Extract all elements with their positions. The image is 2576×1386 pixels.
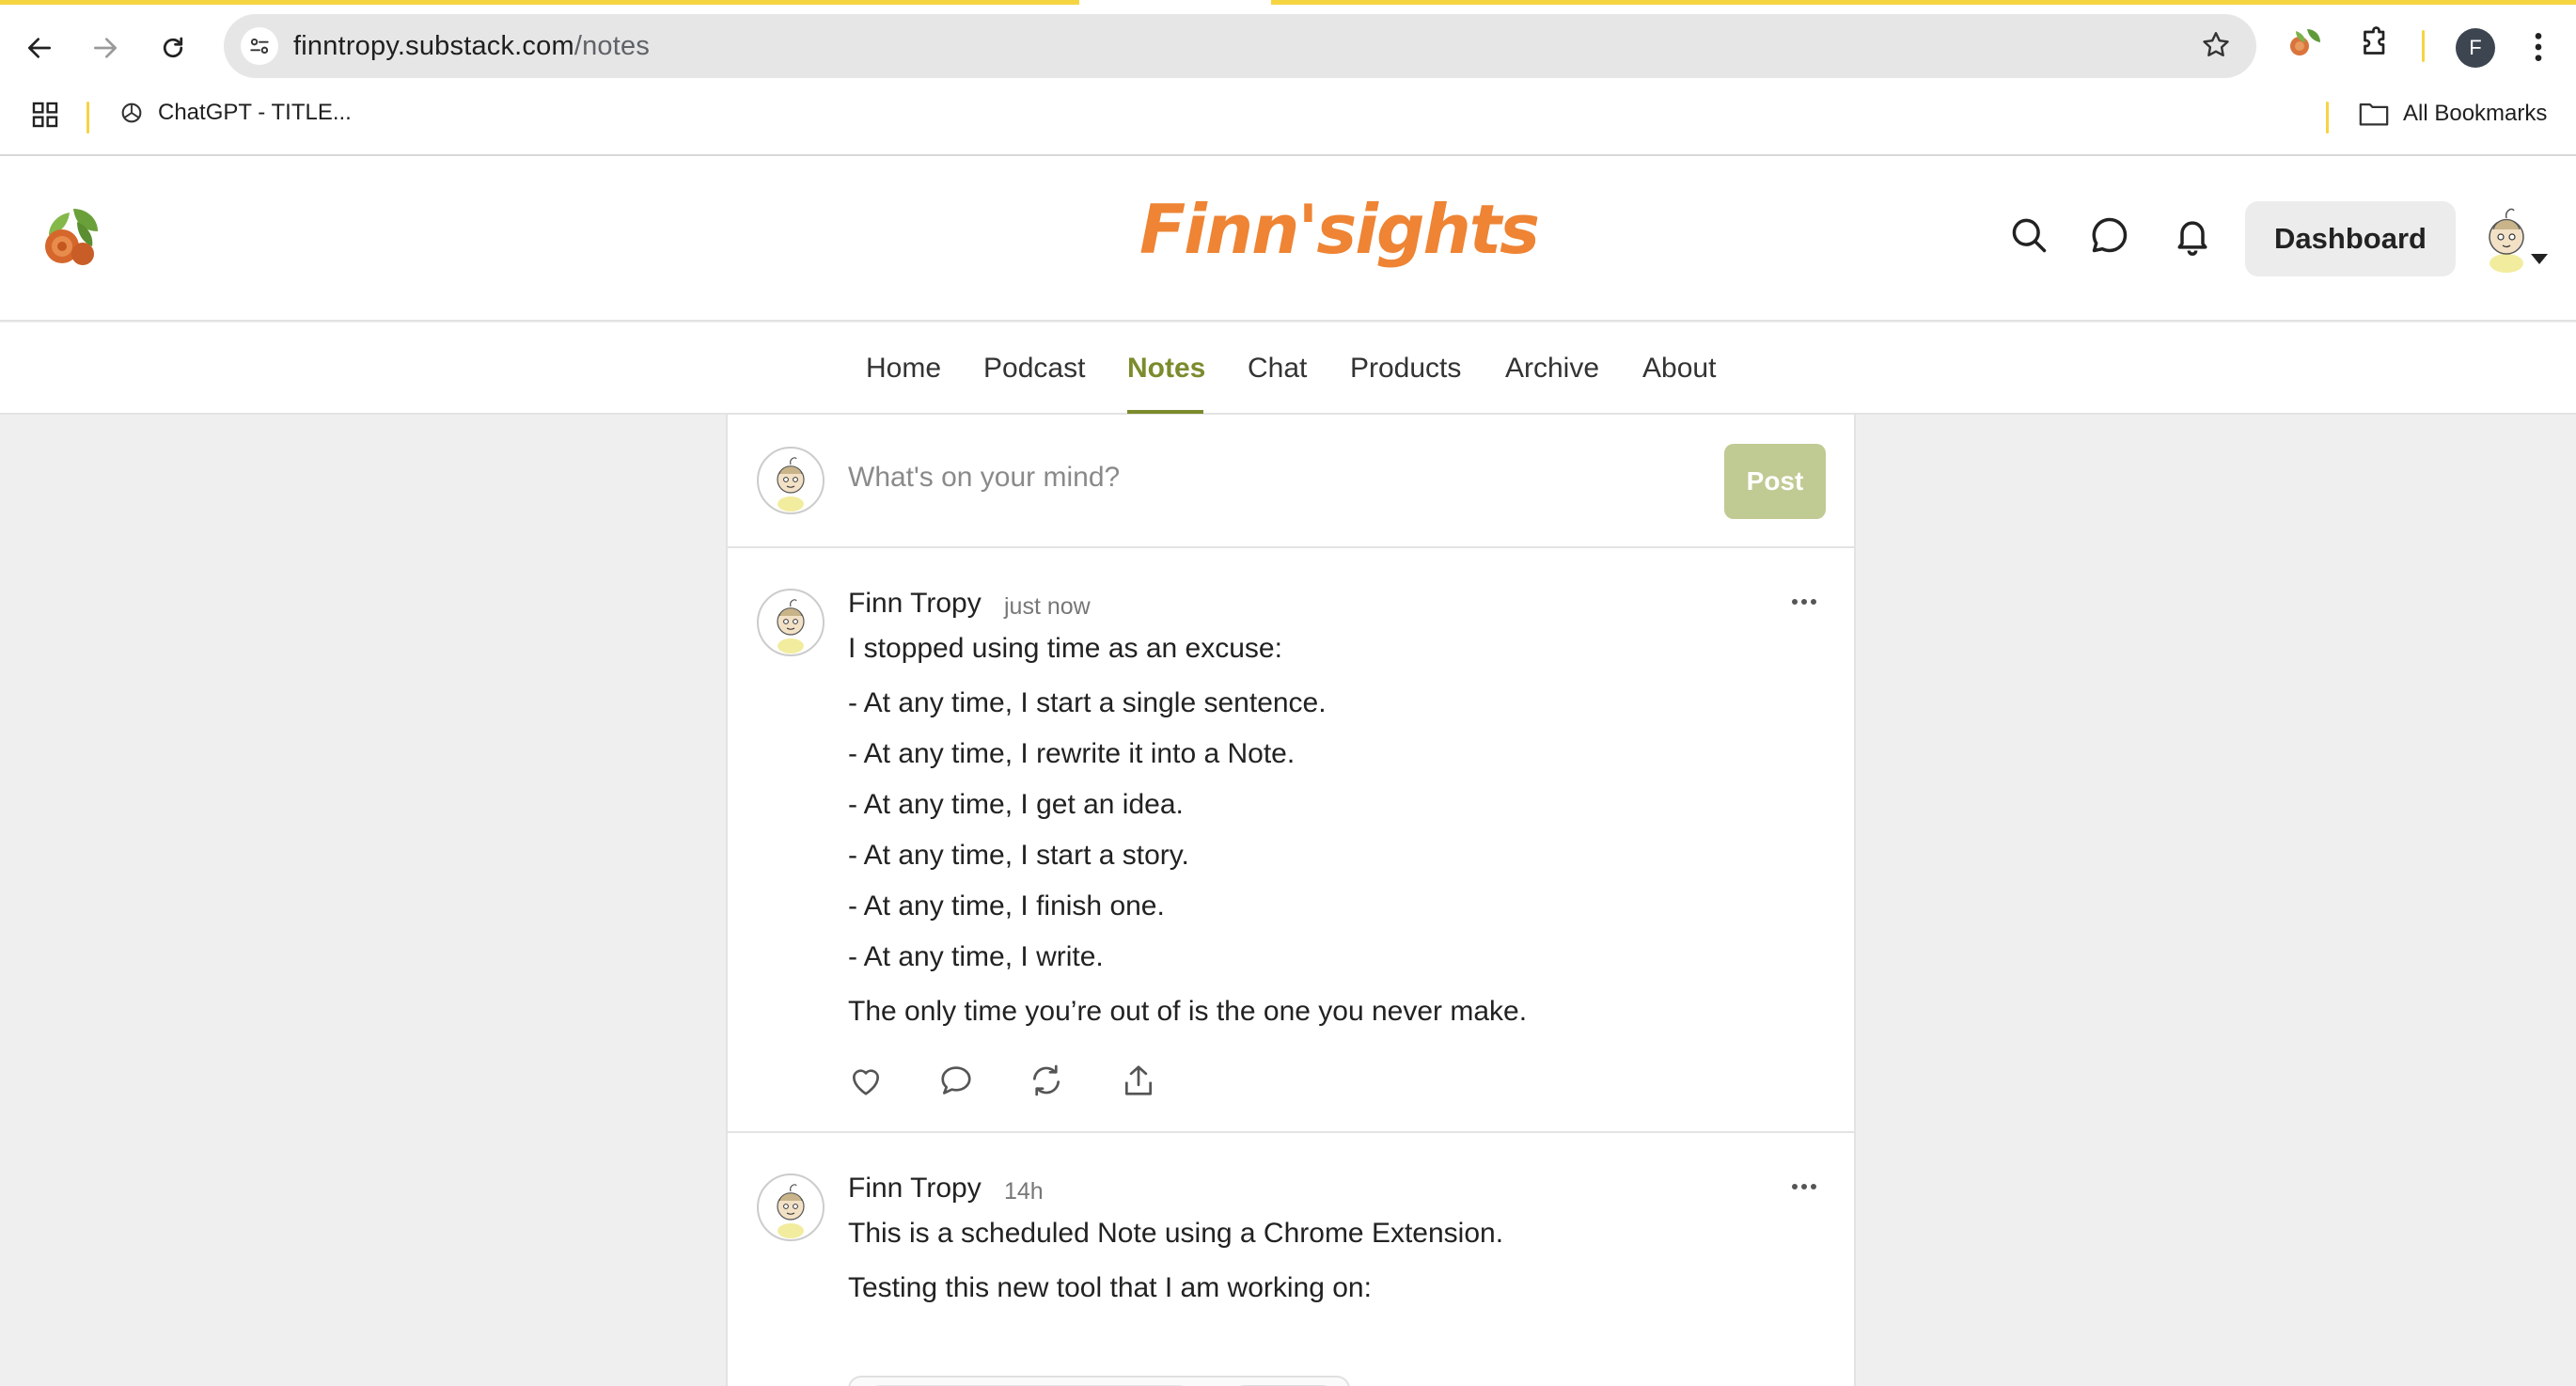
loading-bar [1271, 0, 2576, 5]
note-author[interactable]: Finn Tropy [848, 1173, 982, 1205]
bookmarks-bar: ChatGPT - TITLE... All Bookmarks [0, 92, 2576, 139]
comment-icon[interactable] [938, 1063, 974, 1097]
reload-button[interactable] [149, 24, 197, 72]
avatar[interactable] [756, 1173, 825, 1242]
search-icon[interactable] [2008, 214, 2050, 256]
profile-avatar[interactable]: F [2456, 28, 2495, 68]
apps-grid-icon[interactable] [30, 100, 60, 130]
note-timestamp[interactable]: just now [1004, 593, 1091, 621]
note-composer: Post [728, 415, 1854, 548]
tab-podcast[interactable]: Podcast [983, 353, 1085, 385]
avatar[interactable] [756, 588, 825, 657]
bookmark-chatgpt-label: ChatGPT - TITLE... [158, 100, 352, 125]
note-author[interactable]: Finn Tropy [848, 588, 982, 620]
note-text-line: - At any time, I rewrite it into a Note. [848, 738, 1296, 769]
bookmark-chatgpt[interactable]: ChatGPT - TITLE... [118, 100, 352, 126]
note-text-line: - At any time, I start a single sentence… [848, 687, 1327, 718]
arrow-right-icon [94, 38, 117, 58]
forward-button[interactable] [81, 24, 130, 72]
chat-bubble-icon[interactable] [2089, 214, 2130, 256]
note-text-line: I stopped using time as an excuse: [848, 633, 1282, 664]
arrow-left-icon [28, 38, 51, 58]
note-input[interactable] [848, 462, 1675, 494]
more-options-icon[interactable] [1790, 597, 1818, 606]
url-path: /notes [573, 31, 651, 61]
avatar[interactable] [756, 446, 825, 515]
tab-notes[interactable]: Notes [1127, 353, 1205, 385]
folder-icon [2359, 102, 2389, 126]
user-avatar[interactable] [2480, 201, 2533, 273]
toolbar-separator [2422, 30, 2425, 62]
bookmarks-separator [2326, 102, 2329, 134]
note-text-line: - At any time, I finish one. [848, 890, 1165, 921]
extensions-puzzle-icon[interactable] [2358, 26, 2392, 60]
address-bar[interactable]: finntropy.substack.com/notes [224, 14, 2256, 78]
tab-home[interactable]: Home [866, 353, 941, 385]
browser-toolbar: finntropy.substack.com/notes F [0, 9, 2576, 85]
dashboard-button[interactable]: Dashboard [2245, 201, 2456, 276]
tab-archive[interactable]: Archive [1505, 353, 1599, 385]
all-bookmarks-label: All Bookmarks [2403, 101, 2548, 126]
post-button[interactable]: Post [1724, 444, 1826, 519]
note-actions [848, 1063, 1186, 1101]
note-timestamp[interactable]: 14h [1004, 1178, 1044, 1205]
site-brand[interactable]: Finn'sights [1139, 190, 1540, 269]
more-options-icon[interactable] [1790, 1182, 1818, 1191]
note-text-line: This is a scheduled Note using a Chrome … [848, 1218, 1504, 1249]
note-item: Finn Tropy just now I stopped using time… [728, 550, 1854, 1133]
site-info-icon[interactable] [241, 27, 278, 65]
menu-kebab-icon[interactable] [2527, 28, 2550, 66]
note-text-line: The only time you’re out of is the one y… [848, 996, 1528, 1027]
bell-icon[interactable] [2172, 214, 2213, 256]
note-text-line: Testing this new tool that I am working … [848, 1272, 1372, 1303]
site-logo[interactable] [36, 203, 111, 275]
tab-products[interactable]: Products [1350, 353, 1461, 385]
site-header: Finn'sights Dashboard [0, 156, 2576, 322]
all-bookmarks[interactable]: All Bookmarks [2358, 100, 2547, 128]
bookmark-star-icon[interactable] [2200, 29, 2232, 61]
note-text-line: - At any time, I start a story. [848, 840, 1189, 871]
note-text-line: - At any time, I get an idea. [848, 789, 1184, 820]
tab-about[interactable]: About [1642, 353, 1716, 385]
note-item: Finn Tropy 14h This is a scheduled Note … [728, 1135, 1854, 1386]
url-host: finntropy.substack.com [293, 31, 574, 61]
hazelnut-extension-icon[interactable] [2286, 24, 2324, 61]
note-text-line: - At any time, I write. [848, 941, 1104, 972]
openai-icon [121, 102, 142, 123]
loading-bar [0, 0, 1079, 5]
site-nav: Home Podcast Notes Chat Products Archive… [0, 323, 2576, 415]
bookmarks-separator [86, 102, 89, 134]
like-icon[interactable] [848, 1063, 884, 1097]
back-button[interactable] [15, 24, 64, 72]
share-icon[interactable] [1121, 1063, 1156, 1097]
tab-chat[interactable]: Chat [1248, 353, 1307, 385]
reload-icon [163, 37, 183, 58]
active-tab-indicator [1127, 410, 1203, 414]
chevron-down-icon[interactable] [2531, 254, 2548, 264]
restack-icon[interactable] [1029, 1063, 1064, 1097]
browser-chrome: finntropy.substack.com/notes F ChatGPT -… [0, 0, 2576, 156]
notes-feed: Post Finn Tropy just now I stopped using… [726, 415, 1856, 1386]
embedded-screenshot[interactable] [848, 1376, 1350, 1386]
url-text: finntropy.substack.com/notes [293, 31, 650, 62]
